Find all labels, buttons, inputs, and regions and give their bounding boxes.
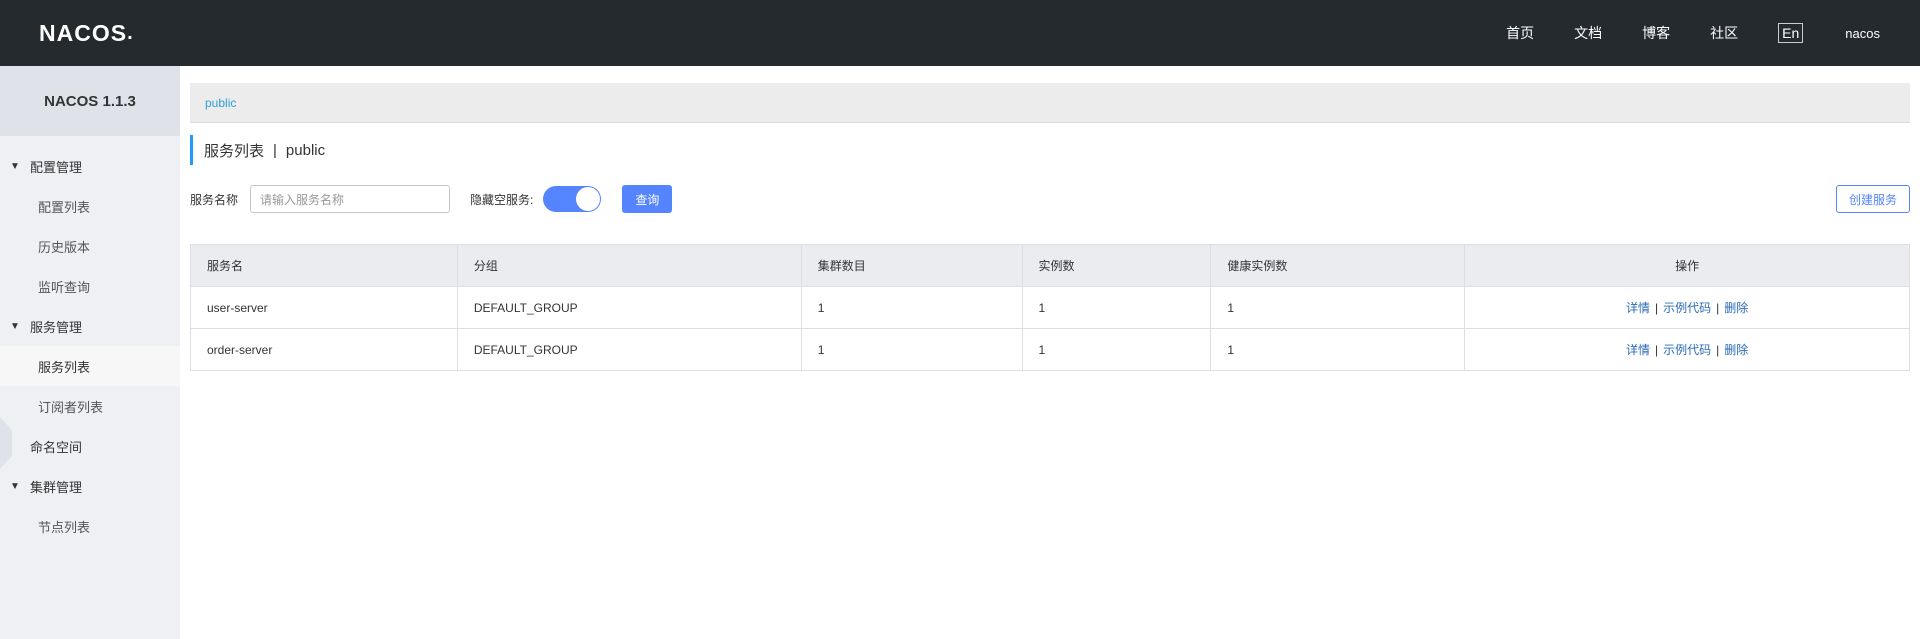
sidebar-item-config-list[interactable]: 配置列表 [0, 186, 180, 226]
menu-group-label: 服务管理 [30, 319, 83, 335]
page-title: 服务列表 | public [190, 135, 325, 165]
namespace-link[interactable]: public [205, 96, 236, 110]
table-header: 服务名 分组 集群数目 实例数 健康实例数 操作 [190, 244, 1910, 287]
table-row: order-server DEFAULT_GROUP 1 1 1 详情 | 示例代码… [190, 328, 1910, 371]
sidebar-item-node-list[interactable]: 节点列表 [0, 506, 180, 546]
caret-down-icon: ▼ [10, 160, 20, 172]
cell-instance-count: 1 [1021, 328, 1212, 371]
sample-code-link[interactable]: 示例代码 [1663, 301, 1711, 315]
sidebar-item-namespace[interactable]: 命名空间 [0, 426, 180, 466]
sidebar-item-subscriber-list[interactable]: 订阅者列表 [0, 386, 180, 426]
caret-down-icon: ▼ [10, 480, 20, 492]
delete-link[interactable]: 删除 [1724, 343, 1748, 357]
menu-group-config[interactable]: ▼ 配置管理 [0, 146, 180, 186]
title-separator: | [273, 141, 277, 159]
op-separator: | [1716, 343, 1720, 357]
op-separator: | [1654, 343, 1659, 357]
sidebar-item-service-list[interactable]: 服务列表 [0, 346, 180, 386]
namespace-bar: public [190, 83, 1910, 123]
col-healthy-count: 健康实例数 [1210, 244, 1466, 287]
top-navbar: NACOS. 首页 文档 博客 社区 En nacos [0, 0, 1920, 66]
top-nav: 首页 文档 博客 社区 En nacos [1506, 0, 1920, 66]
service-name-input[interactable]: 请输入服务名称 [250, 185, 451, 213]
op-separator: | [1654, 301, 1659, 315]
cell-healthy-count: 1 [1210, 328, 1466, 371]
sample-code-link[interactable]: 示例代码 [1663, 343, 1711, 357]
cell-actions: 详情 | 示例代码 | 删除 [1464, 286, 1910, 329]
create-service-button[interactable]: 创建服务 [1836, 185, 1910, 213]
nacos-logo[interactable]: NACOS. [39, 18, 134, 48]
sidebar-item-listener-query[interactable]: 监听查询 [0, 266, 180, 306]
cell-actions: 详情 | 示例代码 | 删除 [1464, 328, 1910, 371]
col-actions: 操作 [1464, 244, 1910, 287]
col-cluster-count: 集群数目 [800, 244, 1023, 287]
detail-link[interactable]: 详情 [1626, 301, 1650, 315]
logo-text: NACOS [39, 19, 128, 46]
sidebar: NACOS 1.1.3 ▼ 配置管理 配置列表 历史版本 监听查询 ▼ 服务管理… [0, 66, 180, 639]
sidebar-version: NACOS 1.1.3 [0, 66, 180, 136]
cell-instance-count: 1 [1021, 286, 1212, 329]
menu-group-label: 集群管理 [30, 479, 83, 495]
page-title-namespace: public [285, 141, 326, 159]
filter-bar: 服务名称 请输入服务名称 隐藏空服务: 查询 创建服务 [190, 185, 1910, 213]
col-instance-count: 实例数 [1021, 244, 1212, 287]
nav-blog[interactable]: 博客 [1642, 23, 1670, 43]
cell-service-name: user-server [190, 286, 458, 329]
delete-link[interactable]: 删除 [1724, 301, 1748, 315]
page-title-text: 服务列表 [204, 142, 265, 160]
hide-empty-toggle[interactable] [543, 186, 602, 212]
menu-group-cluster[interactable]: ▼ 集群管理 [0, 466, 180, 506]
service-name-label: 服务名称 [190, 192, 239, 207]
cell-group: DEFAULT_GROUP [456, 286, 802, 329]
detail-link[interactable]: 详情 [1626, 343, 1650, 357]
cell-service-name: order-server [190, 328, 458, 371]
menu-group-label: 配置管理 [30, 159, 83, 175]
sidebar-item-history[interactable]: 历史版本 [0, 226, 180, 266]
logo-dot: . [127, 21, 134, 44]
col-group: 分组 [456, 244, 802, 287]
op-separator: | [1716, 301, 1720, 315]
hide-empty-label: 隐藏空服务: [470, 192, 534, 207]
language-toggle[interactable]: En [1778, 23, 1804, 43]
nav-docs[interactable]: 文档 [1574, 23, 1602, 43]
query-button[interactable]: 查询 [622, 185, 673, 213]
nav-community[interactable]: 社区 [1710, 23, 1738, 43]
service-table: 服务名 分组 集群数目 实例数 健康实例数 操作 user-server DEF… [190, 244, 1910, 371]
col-service-name: 服务名 [190, 244, 458, 287]
cell-group: DEFAULT_GROUP [456, 328, 802, 371]
caret-down-icon: ▼ [10, 320, 20, 332]
cell-healthy-count: 1 [1210, 286, 1466, 329]
menu-group-service[interactable]: ▼ 服务管理 [0, 306, 180, 346]
nav-home[interactable]: 首页 [1506, 23, 1534, 43]
user-name[interactable]: nacos [1845, 26, 1880, 41]
cell-cluster-count: 1 [800, 286, 1023, 329]
table-row: user-server DEFAULT_GROUP 1 1 1 详情 | 示例代码 |… [190, 286, 1910, 329]
cell-cluster-count: 1 [800, 328, 1023, 371]
toggle-knob [576, 187, 601, 211]
